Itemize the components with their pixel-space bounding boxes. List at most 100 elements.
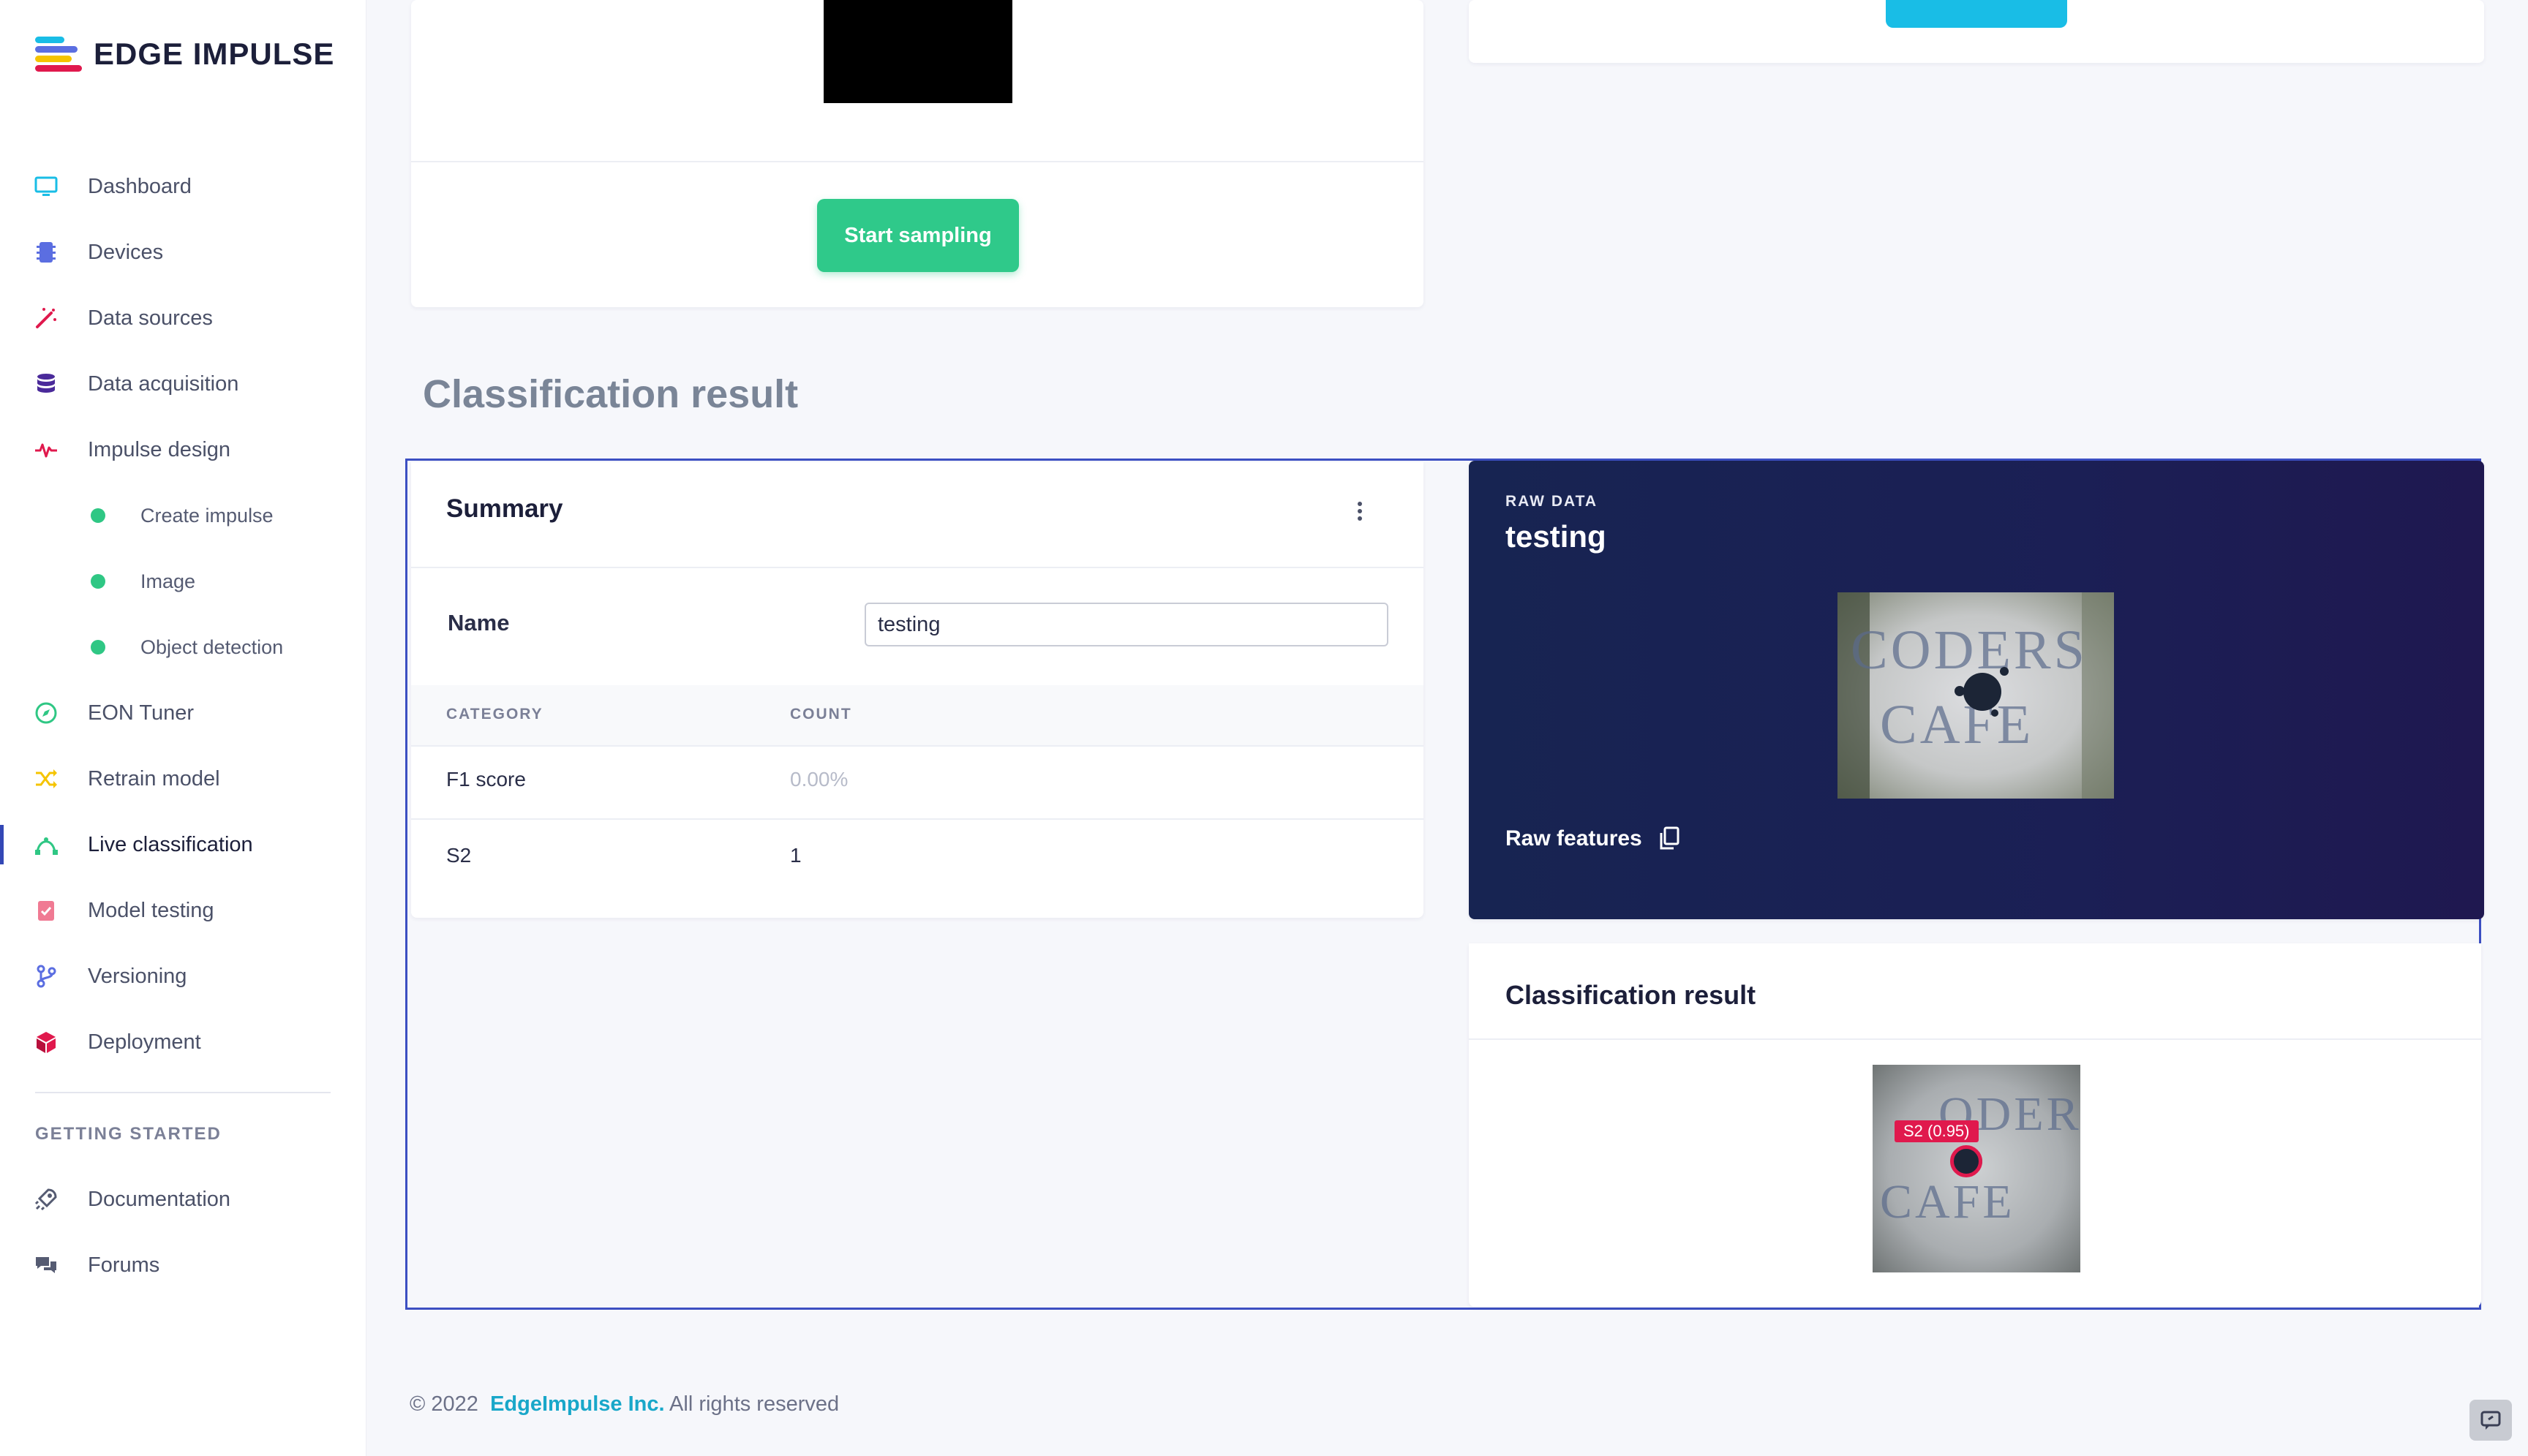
table-cell-category: S2 xyxy=(446,844,472,867)
detection-marker xyxy=(1950,1145,1982,1177)
sidebar-item-retrain-model[interactable]: Retrain model xyxy=(0,746,366,812)
name-label: Name xyxy=(448,610,510,635)
primary-action-button[interactable] xyxy=(1886,0,2067,28)
sidebar-item-label: Retrain model xyxy=(88,766,220,791)
clipboard-check-icon xyxy=(38,901,54,921)
sidebar-item-label: EON Tuner xyxy=(88,701,195,725)
sidebar-item-label: Live classification xyxy=(88,832,253,856)
sidebar-item-devices[interactable]: Devices xyxy=(0,219,366,285)
status-dot-icon xyxy=(91,574,105,589)
compass-icon xyxy=(35,702,57,724)
card-divider xyxy=(411,567,1423,568)
sidebar-divider xyxy=(35,1092,331,1093)
raw-image: CODERS CAFE xyxy=(1837,592,2114,799)
sidebar-item-label: Forums xyxy=(88,1253,160,1277)
status-dot-icon xyxy=(91,640,105,655)
git-branch-icon xyxy=(37,965,56,988)
sidebar-item-label: Model testing xyxy=(88,898,214,922)
section-title: Classification result xyxy=(423,372,799,416)
name-field[interactable] xyxy=(865,603,1388,646)
sample-name: testing xyxy=(1505,519,1606,554)
sidebar-item-label: Devices xyxy=(88,240,164,264)
image-text: CAFE xyxy=(1880,694,2034,755)
sidebar-item-label: Object detection xyxy=(140,635,284,658)
more-options-icon[interactable] xyxy=(1356,502,1363,524)
camera-preview xyxy=(824,0,1012,103)
bezier-icon xyxy=(35,837,58,855)
sidebar-item-impulse-design[interactable]: Impulse design xyxy=(0,417,366,483)
footer-rights: All rights reserved xyxy=(669,1392,840,1416)
sidebar-item-model-testing[interactable]: Model testing xyxy=(0,878,366,943)
sidebar-item-dashboard[interactable]: Dashboard xyxy=(0,154,366,219)
image-text: CODERS xyxy=(1851,619,2088,681)
table-header xyxy=(411,685,1423,745)
sidebar-item-versioning[interactable]: Versioning xyxy=(0,943,366,1009)
footer-copyright: © 2022 xyxy=(410,1392,478,1416)
footer-company-link[interactable]: EdgeImpulse Inc. xyxy=(490,1392,665,1416)
sidebar-item-label: Impulse design xyxy=(88,437,231,461)
raw-data-card: RAW DATA testing CODERS CAFE Raw feature… xyxy=(1469,461,2484,919)
sidebar: EDGE IMPULSE Dashboard Devices Data sour… xyxy=(0,0,366,1456)
classified-image: ODERS CAFE S2 (0.95) xyxy=(1873,1065,2080,1272)
sidebar-item-documentation[interactable]: Documentation xyxy=(0,1166,366,1232)
row-divider xyxy=(411,818,1423,820)
card-divider xyxy=(411,161,1423,162)
sidebar-item-label: Deployment xyxy=(88,1030,201,1054)
pulse-icon xyxy=(35,443,57,458)
copy-icon[interactable] xyxy=(1658,826,1680,851)
chat-bubbles-icon xyxy=(36,1257,56,1273)
classification-result-card: Classification result ODERS CAFE S2 (0.9… xyxy=(1469,943,2481,1307)
magic-wand-icon xyxy=(36,308,56,328)
sidebar-item-label: Versioning xyxy=(88,964,187,988)
rocket-icon xyxy=(34,1188,57,1211)
brand-logo[interactable]: EDGE IMPULSE xyxy=(35,37,334,72)
row-divider xyxy=(411,745,1423,747)
sidebar-item-label: Image xyxy=(140,570,196,592)
sidebar-item-label: Documentation xyxy=(88,1187,231,1211)
sidebar-item-eon-tuner[interactable]: EON Tuner xyxy=(0,680,366,746)
chip-icon xyxy=(37,242,56,263)
sidebar-item-create-impulse[interactable]: Create impulse xyxy=(0,483,366,548)
summary-card: Summary Name CATEGORY COUNT F1 score 0.0… xyxy=(411,462,1423,918)
sidebar-nav: Dashboard Devices Data sources Data acqu… xyxy=(0,154,366,1075)
table-cell-count: 0.00% xyxy=(790,768,849,791)
sidebar-item-live-classification[interactable]: Live classification xyxy=(0,812,366,878)
start-sampling-button[interactable]: Start sampling xyxy=(817,199,1019,272)
sidebar-item-label: Data acquisition xyxy=(88,371,239,396)
detection-label: S2 (0.95) xyxy=(1895,1120,1979,1142)
sidebar-item-object-detection[interactable]: Object detection xyxy=(0,614,366,680)
sidebar-item-forums[interactable]: Forums xyxy=(0,1232,366,1298)
footer: © 2022 EdgeImpulse Inc. All rights reser… xyxy=(410,1392,839,1417)
shuffle-icon xyxy=(36,769,57,788)
cube-icon xyxy=(37,1032,56,1053)
sidebar-item-label: Data sources xyxy=(88,306,213,330)
edge-impulse-logo-icon xyxy=(35,37,83,72)
sampling-card: Start sampling xyxy=(411,0,1423,307)
sidebar-item-data-sources[interactable]: Data sources xyxy=(0,285,366,351)
sidebar-item-label: Create impulse xyxy=(140,504,274,527)
raw-data-kicker: RAW DATA xyxy=(1505,493,1598,510)
column-header-count: COUNT xyxy=(790,706,852,723)
sidebar-item-data-acquisition[interactable]: Data acquisition xyxy=(0,351,366,417)
card-divider xyxy=(1469,1038,2481,1040)
status-dot-icon xyxy=(91,508,105,523)
getting-started-nav: Documentation Forums xyxy=(0,1166,366,1298)
feedback-icon xyxy=(2480,1411,2501,1430)
raw-features-label: Raw features xyxy=(1505,826,1642,850)
table-cell-category: F1 score xyxy=(446,768,526,791)
getting-started-heading: GETTING STARTED xyxy=(35,1124,222,1144)
model-card xyxy=(1469,0,2484,63)
sidebar-item-image[interactable]: Image xyxy=(0,548,366,614)
database-icon xyxy=(37,374,55,393)
classification-title: Classification result xyxy=(1505,980,1756,1010)
monitor-icon xyxy=(34,176,58,196)
table-cell-count: 1 xyxy=(790,844,802,867)
column-header-category: CATEGORY xyxy=(446,706,543,723)
sidebar-item-label: Dashboard xyxy=(88,174,192,198)
brand-name: EDGE IMPULSE xyxy=(94,37,335,71)
raw-features-row: Raw features xyxy=(1505,826,1680,851)
summary-title: Summary xyxy=(446,494,563,523)
feedback-button[interactable] xyxy=(2469,1400,2512,1441)
image-text: CAFE xyxy=(1880,1175,2015,1229)
sidebar-item-deployment[interactable]: Deployment xyxy=(0,1009,366,1075)
